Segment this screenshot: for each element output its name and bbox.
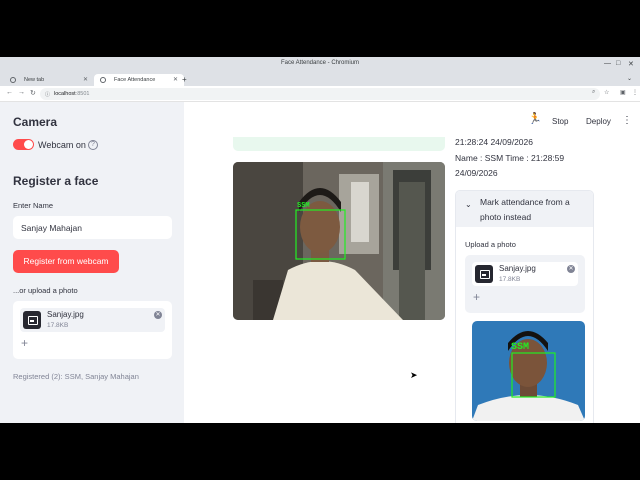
image-file-icon <box>475 265 493 283</box>
close-icon[interactable]: ✕ <box>567 265 575 273</box>
plus-icon[interactable]: + <box>21 336 28 350</box>
photo-image: SSM <box>472 321 585 421</box>
tab-new-tab[interactable]: New tab ✕ <box>4 74 94 86</box>
uploaded-file-chip: Sanjay.jpg 17.8KB ✕ <box>20 308 165 332</box>
attendance-log-line: Name : SSM Time : 21:28:59 <box>455 152 565 163</box>
close-window-icon[interactable]: ✕ <box>628 60 634 68</box>
webcam-feed: SSM <box>233 162 445 320</box>
attendance-log: 21:28:24 24/09/2026 Name : SSM Time : 21… <box>455 135 600 182</box>
maximize-icon[interactable]: □ <box>616 60 620 67</box>
window-title: Face Attendance - Chromium <box>280 60 360 66</box>
expander-header[interactable]: ⌄ Mark attendance from a photo instead <box>456 191 593 227</box>
stop-button[interactable]: Stop <box>552 117 568 126</box>
photo-face-label: SSM <box>511 342 529 353</box>
file-name: Sanjay.jpg <box>499 264 536 273</box>
kebab-menu-icon[interactable]: ⋮ <box>622 115 632 126</box>
chrome-menu-icon[interactable]: ⋮ <box>632 89 638 96</box>
back-arrow-icon[interactable]: ← <box>6 89 13 96</box>
attendance-log-line: 21:28:24 24/09/2026 <box>455 137 533 147</box>
app-header: 🏃 Stop Deploy ⋮ <box>0 102 640 130</box>
tab-strip: New tab ✕ Face Attendance ✕ + ⌄ <box>0 73 640 86</box>
tab-label: Face Attendance <box>114 77 156 83</box>
photo-attendance-expander: ⌄ Mark attendance from a photo instead U… <box>455 190 594 423</box>
profile-icon[interactable]: ▣ <box>620 89 626 96</box>
status-success-bar <box>233 137 445 151</box>
minimize-icon[interactable]: — <box>604 60 611 67</box>
register-heading: Register a face <box>13 174 99 188</box>
attendance-log-line: 24/09/2026 <box>455 168 498 178</box>
upload-photo-label: Upload a photo <box>465 240 516 249</box>
browser-toolbar: ← → ↻ ⓘ localhost:8501 ⌕ ☆ ▣ ⋮ <box>0 86 640 102</box>
registered-list-text: Registered (2): SSM, Sanjay Mahajan <box>13 372 139 381</box>
name-input[interactable] <box>13 216 172 239</box>
file-size: 17.8KB <box>47 322 69 329</box>
toggle-knob <box>24 140 33 149</box>
uploaded-file-chip: Sanjay.jpg 17.8KB ✕ <box>472 262 578 286</box>
help-icon[interactable]: ? <box>88 140 98 150</box>
close-icon[interactable]: ✕ <box>154 311 162 319</box>
tab-label: New tab <box>24 77 45 83</box>
globe-icon <box>10 77 16 83</box>
register-webcam-button[interactable]: Register from webcam <box>13 250 119 273</box>
tab-face-attendance[interactable]: Face Attendance ✕ <box>94 74 184 86</box>
webcam-toggle-label[interactable]: Webcam on <box>38 140 86 150</box>
forward-arrow-icon[interactable]: → <box>18 89 25 96</box>
upload-photo-label: ...or upload a photo <box>13 286 78 295</box>
close-icon[interactable]: ✕ <box>173 76 178 83</box>
chevron-down-icon[interactable]: ⌄ <box>465 200 472 209</box>
window-titlebar: Face Attendance - Chromium — □ ✕ <box>0 57 640 73</box>
browser-window: Face Attendance - Chromium — □ ✕ New tab… <box>0 57 640 423</box>
mouse-cursor-icon: ➤ <box>410 370 418 380</box>
plus-icon[interactable]: + <box>473 290 480 304</box>
file-name: Sanjay.jpg <box>47 310 84 319</box>
new-tab-plus-icon[interactable]: + <box>182 75 187 84</box>
name-field-label: Enter Name <box>13 201 54 210</box>
running-man-icon: 🏃 <box>528 113 542 125</box>
tab-search-chevron-icon[interactable]: ⌄ <box>627 75 632 82</box>
webcam-image: SSM <box>233 162 445 320</box>
expander-title[interactable]: Mark attendance from a photo instead <box>480 195 590 225</box>
image-file-icon <box>23 311 41 329</box>
sidebar-file-uploader[interactable]: Sanjay.jpg 17.8KB ✕ + <box>13 301 172 359</box>
file-size: 17.8KB <box>499 276 521 283</box>
zoom-icon[interactable]: ⌕ <box>592 89 595 96</box>
webcam-face-label: SSM <box>297 202 310 210</box>
streamlit-favicon-icon <box>100 77 106 83</box>
url-host: localhost <box>54 91 76 97</box>
uploaded-photo-result: SSM <box>472 321 585 421</box>
webcam-toggle[interactable] <box>13 139 34 150</box>
reload-icon[interactable]: ↻ <box>30 89 36 97</box>
close-icon[interactable]: ✕ <box>83 76 88 83</box>
bookmark-star-icon[interactable]: ☆ <box>604 89 609 96</box>
deploy-button[interactable]: Deploy <box>586 117 611 126</box>
address-bar[interactable]: ⓘ localhost:8501 <box>40 88 600 100</box>
url-port: :8501 <box>75 91 90 97</box>
photo-file-uploader[interactable]: Sanjay.jpg 17.8KB ✕ + <box>465 255 585 313</box>
site-info-icon[interactable]: ⓘ <box>45 91 50 98</box>
